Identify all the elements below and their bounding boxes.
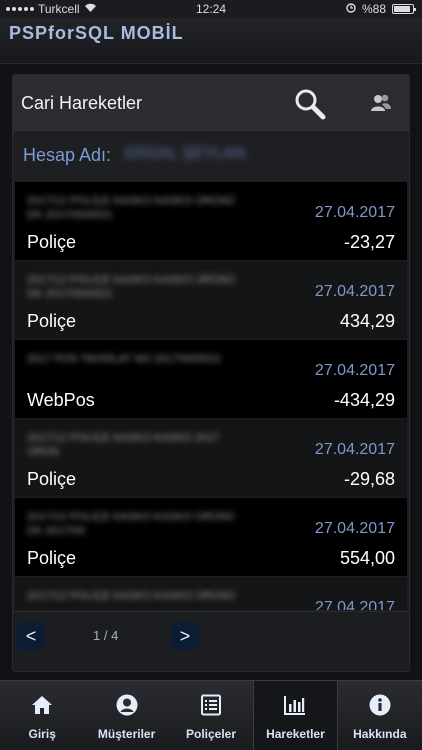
transaction-date: 27.04.2017 [314, 520, 395, 537]
pagination: < 1 / 4 > [13, 611, 409, 671]
transaction-list[interactable]: 2017/12 POLİÇE KASKO KASKO ÜRÜNÜ DK 2017… [15, 182, 407, 610]
transaction-amount: 554,00 [339, 548, 395, 568]
app-title: PSPforSQL MOBİL [9, 23, 184, 43]
transaction-row[interactable]: 2017 POS TAHSİLAT NO 2017/00/0021 27.04.… [15, 340, 407, 418]
transaction-date: 27.04.2017 [314, 362, 395, 379]
tab-hakkinda[interactable]: Hakkında [338, 681, 422, 750]
battery-icon [392, 4, 416, 14]
account-row: Hesap Adı: ERDAL ŞEYLAN [13, 131, 409, 181]
transaction-row[interactable]: 2017/12 POLİÇE KASKO KASKO ÜRÜNÜ 27.04.2… [15, 577, 407, 610]
transaction-date: 27.04.2017 [314, 441, 395, 458]
next-page-button[interactable]: > [171, 622, 199, 650]
search-icon [295, 89, 326, 120]
user-circle-icon [116, 694, 138, 716]
account-value: ERDAL ŞEYLAN [125, 145, 246, 162]
tab-label: Müşteriler [97, 727, 156, 741]
transaction-amount: -23,27 [343, 232, 395, 252]
transaction-type: Poliçe [27, 548, 77, 568]
tab-label: Giriş [28, 727, 56, 741]
tab-musteriler[interactable]: Müşteriler [84, 681, 168, 750]
panel-title: Cari Hareketler [21, 93, 143, 113]
transactions-panel: Cari Hareketler Hesap Adı: ERDAL ŞEYLAN … [12, 74, 410, 672]
tab-hareketler[interactable]: Hareketler [253, 681, 338, 750]
transaction-description: 2017/12 POLİÇE KASKO KASKO ÜRÜNÜ [27, 590, 235, 602]
transaction-date: 27.04.2017 [314, 283, 395, 300]
prev-page-button[interactable]: < [17, 622, 45, 650]
alarm-icon [346, 2, 356, 16]
tab-policeler[interactable]: Poliçeler [169, 681, 253, 750]
transaction-type: WebPos [27, 390, 95, 410]
home-icon [32, 696, 53, 714]
account-label: Hesap Adı: [23, 145, 112, 165]
tab-label: Hakkında [353, 727, 407, 741]
transaction-amount: -29,68 [343, 469, 395, 489]
transaction-row[interactable]: 2017/12 POLİÇE KASKO KASKO ÜRÜNÜ DK 2017… [15, 261, 407, 339]
transaction-type: Poliçe [27, 311, 77, 331]
transaction-description: 2017/12 POLİÇE KASKO KASKO ÜRÜNÜ DK 2017… [27, 195, 235, 221]
search-button[interactable] [293, 87, 327, 121]
transaction-date: 27.04.2017 [314, 599, 395, 610]
transaction-row[interactable]: 2017/12 POLİÇE KASKO KASKO 2017 ÜRÜN 27.… [15, 419, 407, 497]
transaction-row[interactable]: 2017/12 POLİÇE KASKO KASKO ÜRÜNÜ DK 2017… [15, 182, 407, 260]
tab-label: Hareketler [266, 727, 325, 741]
app-header: PSPforSQL MOBİL [0, 18, 422, 64]
transaction-description: 2017 POS TAHSİLAT NO 2017/00/0021 [27, 353, 222, 365]
page-indicator: 1 / 4 [93, 628, 119, 643]
transaction-row[interactable]: 2017/12 POLİÇE KASKO KASKO ÜRÜNÜ DK 2017… [15, 498, 407, 576]
transaction-description: 2017/12 POLİÇE KASKO KASKO ÜRÜNÜ DK 2017… [27, 274, 235, 300]
tab-label: Poliçeler [186, 727, 237, 741]
transaction-type: Poliçe [27, 469, 77, 489]
battery-percent: %88 [361, 2, 386, 16]
bottom-tab-bar: Giriş Müşteriler Poliçeler Hareketler Ha… [0, 680, 422, 750]
transaction-description: 2017/12 POLİÇE KASKO KASKO ÜRÜNÜ DK 2017… [27, 511, 235, 537]
transaction-amount: -434,29 [333, 390, 395, 410]
status-bar: Turkcell 12:24 %88 [0, 0, 422, 18]
users-icon [371, 94, 391, 111]
info-icon [369, 694, 391, 716]
transaction-amount: 434,29 [339, 311, 395, 331]
document-list-icon [201, 694, 222, 716]
transaction-type: Poliçe [27, 232, 77, 252]
transaction-date: 27.04.2017 [314, 204, 395, 221]
bar-chart-icon [284, 696, 306, 715]
tab-giris[interactable]: Giriş [0, 681, 84, 750]
users-button[interactable] [369, 91, 393, 115]
panel-header: Cari Hareketler [13, 75, 409, 131]
transaction-description: 2017/12 POLİÇE KASKO KASKO 2017 ÜRÜN [27, 432, 220, 458]
